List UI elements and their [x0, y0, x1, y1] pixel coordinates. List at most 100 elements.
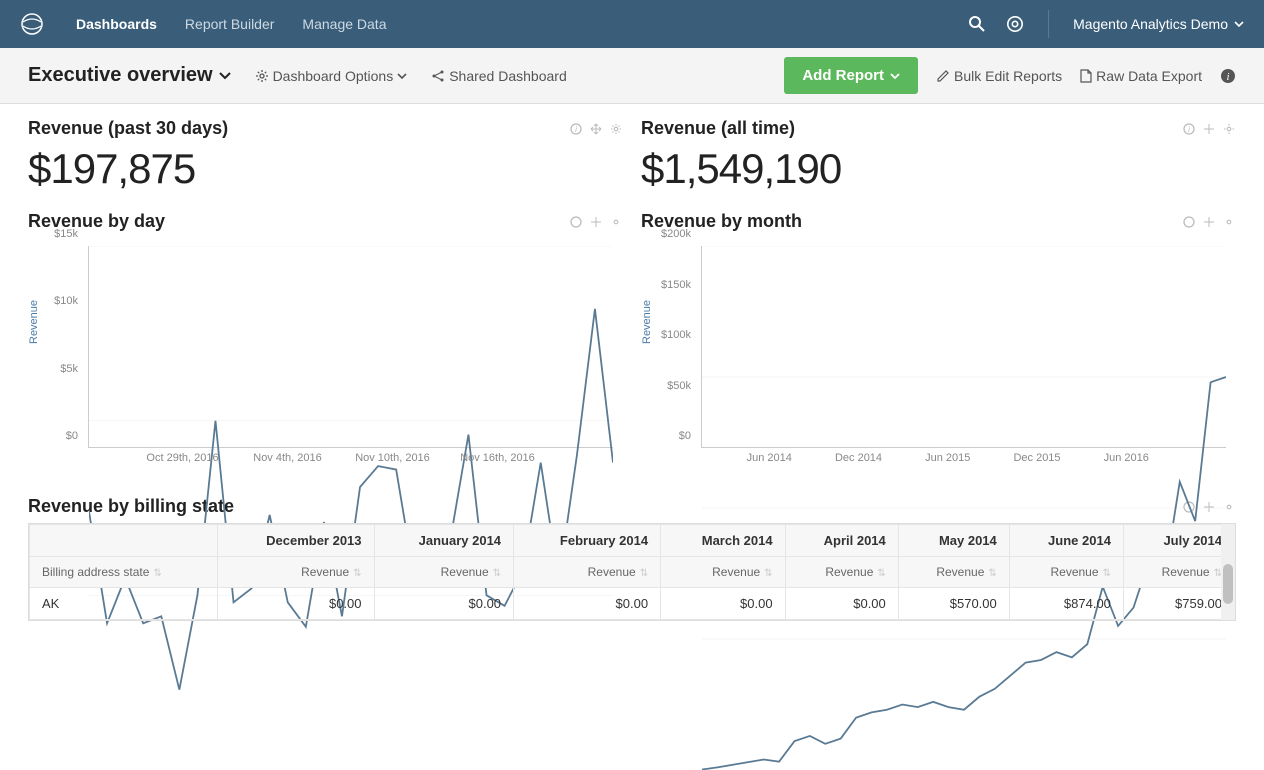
chevron-down-icon	[219, 72, 231, 80]
x-tick-label: Jun 2014	[747, 452, 792, 464]
x-tick-label: Oct 29th, 2016	[146, 452, 218, 464]
table-col-month: June 2014	[1009, 525, 1123, 557]
gear-icon	[255, 69, 269, 83]
dashboard-selector[interactable]: Executive overview	[28, 64, 231, 87]
table-container: December 2013January 2014February 2014Ma…	[28, 523, 1236, 621]
chevron-down-icon	[890, 73, 900, 79]
y-tick-label: $150k	[661, 279, 691, 291]
info-icon[interactable]: i	[569, 122, 583, 136]
revenue-state-table: December 2013January 2014February 2014Ma…	[29, 524, 1235, 620]
sort-icon: ⇅	[493, 568, 501, 579]
move-icon[interactable]	[1202, 122, 1216, 136]
help-icon[interactable]	[1006, 15, 1024, 33]
table-col-revenue[interactable]: Revenue⇅	[514, 557, 661, 588]
chart-plot-area	[701, 246, 1226, 448]
nav-right: Magento Analytics Demo	[968, 10, 1244, 38]
sort-icon: ⇅	[353, 568, 361, 579]
nav-manage-data[interactable]: Manage Data	[302, 16, 386, 32]
toolbar-right: Add Report Bulk Edit Reports Raw Data Ex…	[784, 57, 1236, 94]
table-header-metrics: Billing address state⇅ Revenue⇅Revenue⇅R…	[30, 557, 1235, 588]
panel-revenue-30d: Revenue (past 30 days) i $197,875	[28, 118, 623, 193]
panel-revenue-by-day: Revenue by day Revenue $0$5k$10k$15k Oct…	[28, 211, 623, 478]
state-header-label: Billing address state	[42, 565, 149, 579]
shared-label: Shared Dashboard	[449, 68, 567, 84]
share-icon	[431, 69, 445, 83]
account-menu[interactable]: Magento Analytics Demo	[1073, 16, 1244, 32]
table-col-revenue[interactable]: Revenue⇅	[1123, 557, 1234, 588]
add-report-label: Add Report	[802, 67, 884, 84]
table-vertical-scrollbar[interactable]	[1221, 524, 1235, 620]
sort-icon: ⇅	[640, 568, 648, 579]
cell-revenue: $0.00	[661, 588, 785, 620]
y-tick-label: $5k	[60, 363, 78, 375]
revenue-header-label: Revenue	[1162, 565, 1210, 579]
cell-revenue: $0.00	[785, 588, 898, 620]
search-icon[interactable]	[968, 15, 986, 33]
content-area: Revenue (past 30 days) i $197,875 Revenu…	[0, 104, 1264, 635]
revenue-header-label: Revenue	[712, 565, 760, 579]
panel-title: Revenue by month	[641, 211, 1182, 232]
table-col-revenue[interactable]: Revenue⇅	[218, 557, 374, 588]
shared-dashboard[interactable]: Shared Dashboard	[431, 68, 567, 84]
bulk-edit-link[interactable]: Bulk Edit Reports	[936, 68, 1062, 84]
info-icon[interactable]: i	[1220, 68, 1236, 84]
chevron-down-icon	[397, 73, 407, 79]
table-col-revenue[interactable]: Revenue⇅	[785, 557, 898, 588]
y-tick-label: $50k	[667, 380, 691, 392]
table-col-month: February 2014	[514, 525, 661, 557]
table-col-revenue[interactable]: Revenue ⇅	[898, 557, 1009, 588]
panel-revenue-alltime: Revenue (all time) i $1,549,190	[641, 118, 1236, 193]
y-tick-label: $10k	[54, 295, 78, 307]
account-label: Magento Analytics Demo	[1073, 16, 1228, 32]
revenue-header-label: Revenue	[936, 565, 984, 579]
chart-revenue-by-day: Revenue $0$5k$10k$15k Oct 29th, 2016Nov …	[28, 238, 623, 478]
table-col-revenue[interactable]: Revenue⇅	[661, 557, 785, 588]
svg-text:i: i	[1188, 125, 1190, 134]
nav-report-builder[interactable]: Report Builder	[185, 16, 275, 32]
table-col-state[interactable]: Billing address state⇅	[30, 557, 218, 588]
x-tick-label: Nov 10th, 2016	[355, 452, 430, 464]
add-report-button[interactable]: Add Report	[784, 57, 918, 94]
table-col-month: July 2014	[1123, 525, 1234, 557]
nav-dashboards[interactable]: Dashboards	[76, 16, 157, 32]
svg-text:i: i	[575, 125, 577, 134]
dashboard-toolbar: Executive overview Dashboard Options Sha…	[0, 48, 1264, 104]
dashboard-name: Executive overview	[28, 64, 213, 87]
cell-revenue: $0.00	[218, 588, 374, 620]
table-col-revenue[interactable]: Revenue⇅	[374, 557, 514, 588]
raw-export-link[interactable]: Raw Data Export	[1080, 68, 1202, 84]
move-icon[interactable]	[1202, 215, 1216, 229]
info-icon[interactable]	[1182, 215, 1196, 229]
gear-icon[interactable]	[609, 122, 623, 136]
dashboard-options[interactable]: Dashboard Options	[255, 68, 408, 84]
cell-revenue: $0.00	[514, 588, 661, 620]
brand-logo[interactable]	[20, 12, 44, 36]
move-icon[interactable]	[589, 215, 603, 229]
move-icon[interactable]	[589, 122, 603, 136]
revenue-header-label: Revenue	[825, 565, 873, 579]
gear-icon[interactable]	[1222, 122, 1236, 136]
table-col-month: May 2014	[898, 525, 1009, 557]
revenue-header-label: Revenue	[1050, 565, 1098, 579]
cell-revenue: $0.00	[374, 588, 514, 620]
info-icon[interactable]: i	[1182, 122, 1196, 136]
kpi-value: $1,549,190	[641, 145, 1236, 193]
chart-plot-area	[88, 246, 613, 448]
nav-divider	[1048, 10, 1049, 38]
x-ticks: Jun 2014Dec 2014Jun 2015Dec 2015Jun 2016	[701, 452, 1226, 470]
table-col-revenue[interactable]: Revenue⇅	[1009, 557, 1123, 588]
y-tick-label: $100k	[661, 329, 691, 341]
kpi-value: $197,875	[28, 145, 623, 193]
sort-icon: ⇅	[988, 568, 996, 579]
top-nav: Dashboards Report Builder Manage Data Ma…	[0, 0, 1264, 48]
options-label: Dashboard Options	[273, 68, 394, 84]
gear-icon[interactable]	[609, 215, 623, 229]
edit-icon	[936, 69, 950, 83]
panel-revenue-by-month: Revenue by month Revenue $0$50k$100k$150…	[641, 211, 1236, 478]
y-ticks: $0$5k$10k$15k	[28, 246, 84, 448]
panel-title: Revenue (past 30 days)	[28, 118, 569, 139]
gear-icon[interactable]	[1222, 215, 1236, 229]
info-icon[interactable]	[569, 215, 583, 229]
scrollbar-thumb[interactable]	[1223, 564, 1233, 604]
panel-title: Revenue by day	[28, 211, 569, 232]
